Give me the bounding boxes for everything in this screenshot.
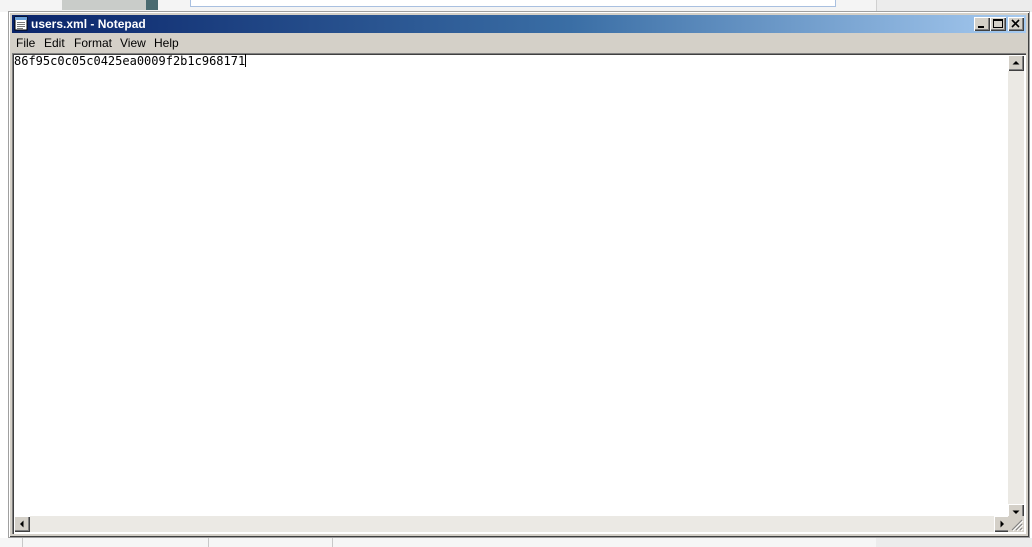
title-bar[interactable]: users.xml - Notepad <box>12 15 1026 33</box>
background-panel <box>876 538 1032 547</box>
arrow-up-icon <box>1012 61 1020 65</box>
maximize-icon <box>993 19 1003 28</box>
maximize-button[interactable] <box>990 17 1006 31</box>
text-caret <box>245 54 247 67</box>
resize-grip-icon <box>1011 519 1024 532</box>
menu-help[interactable]: Help <box>154 36 179 50</box>
text-area[interactable]: 86f95c0c05c0425ea0009f2b1c968171 <box>14 54 247 68</box>
background-divider <box>332 538 333 547</box>
background-image-edge <box>146 0 158 10</box>
minimize-icon <box>978 26 984 28</box>
scroll-left-button[interactable] <box>14 516 30 532</box>
horizontal-scrollbar[interactable] <box>14 516 1010 532</box>
menu-file[interactable]: File <box>16 36 35 50</box>
menu-view[interactable]: View <box>120 36 146 50</box>
arrow-left-icon <box>20 520 24 528</box>
scroll-up-button[interactable] <box>1008 55 1024 71</box>
vertical-scrollbar[interactable] <box>1008 55 1024 520</box>
menu-bar: File Edit Format View Help <box>12 33 1026 52</box>
menu-format[interactable]: Format <box>74 36 112 50</box>
menu-edit[interactable]: Edit <box>44 36 65 50</box>
text-editor[interactable]: 86f95c0c05c0425ea0009f2b1c968171 <box>12 53 1026 534</box>
notepad-window: users.xml - Notepad File Edit Format Vie… <box>8 11 1030 538</box>
window-title: users.xml - Notepad <box>31 17 146 31</box>
background-divider <box>208 538 209 547</box>
minimize-button[interactable] <box>974 17 990 31</box>
background-image <box>62 0 158 10</box>
background-window-bottom <box>0 538 1032 547</box>
background-input-field <box>190 0 836 7</box>
close-button[interactable] <box>1008 17 1024 31</box>
resize-grip[interactable] <box>1008 516 1024 532</box>
document-text: 86f95c0c05c0425ea0009f2b1c968171 <box>14 54 246 68</box>
background-divider <box>22 538 23 547</box>
notepad-icon[interactable] <box>14 16 28 31</box>
close-icon <box>1011 19 1020 28</box>
